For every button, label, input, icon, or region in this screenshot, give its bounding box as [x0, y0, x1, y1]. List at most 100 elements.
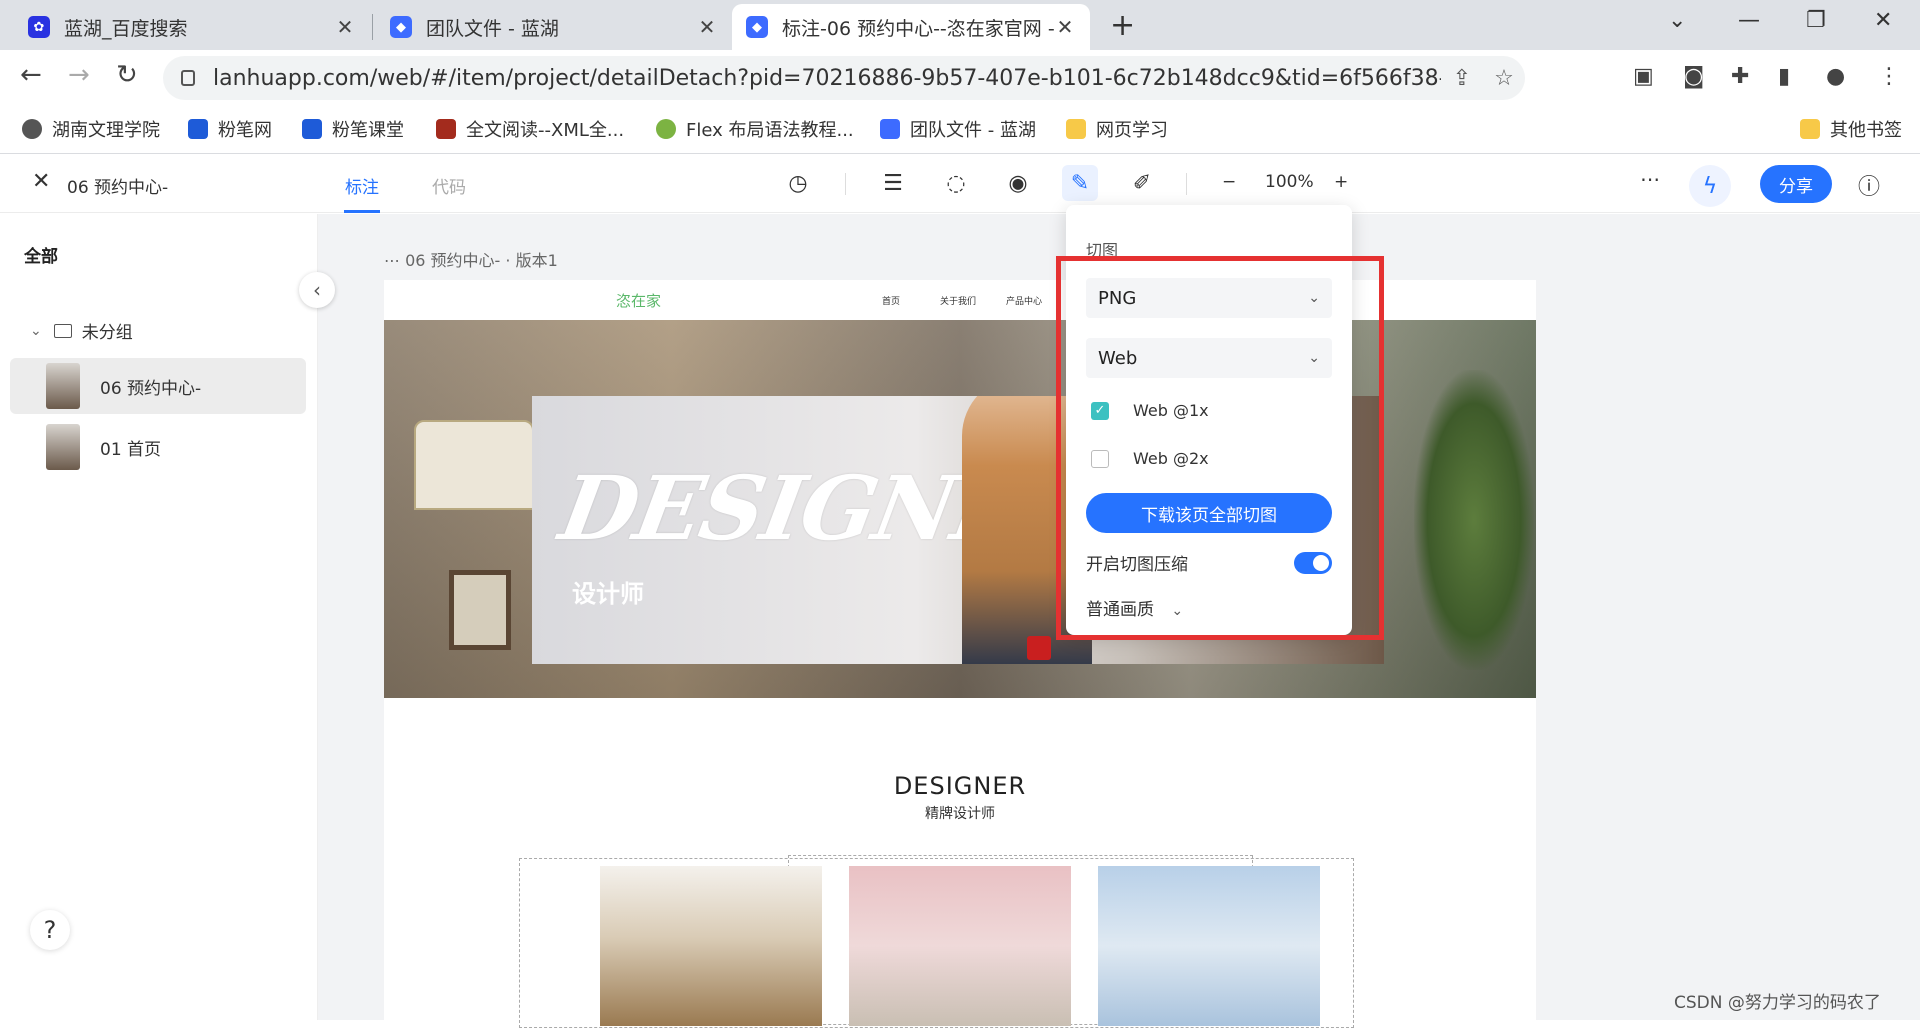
group-unassigned[interactable]: ⌄ 未分组 [30, 318, 133, 344]
group-label: 未分组 [81, 323, 133, 343]
option-label: Web @1x [1133, 401, 1209, 420]
reload-icon[interactable]: ↻ [116, 60, 138, 90]
zoom-in-icon[interactable]: + [1334, 172, 1348, 192]
tab-annotate[interactable]: ◆ 标注-06 预约中心--恣在家官网 - ✕ [732, 4, 1090, 50]
tab-baidu[interactable]: ✿ 蓝湖_百度搜索 ✕ [14, 4, 370, 50]
comment-icon[interactable]: ◌ [938, 165, 974, 201]
lock-icon [181, 70, 195, 86]
breadcrumb-text: 06 预约中心- · 版本1 [405, 251, 558, 270]
bookmark-label: 其他书签 [1830, 120, 1902, 141]
section-title: DESIGNER [893, 772, 1027, 800]
tab-annotate-mode[interactable]: 标注 [345, 173, 379, 198]
download-all-slices-button[interactable]: 下载该页全部切图 [1086, 493, 1332, 533]
tab-code-mode[interactable]: 代码 [432, 173, 466, 198]
slice-pen-icon[interactable]: ✎ [1062, 165, 1098, 201]
bookmarks-bar: 湖南文理学院 粉笔网 粉笔课堂 全文阅读--XML全... Flex 布局语法教… [0, 106, 1920, 154]
chevron-down-icon: ⌄ [1308, 350, 1320, 366]
folder-icon [1800, 119, 1820, 139]
more-dots-icon[interactable]: ⋯ [384, 251, 405, 270]
menu-dots-icon[interactable]: ⋮ [1878, 64, 1900, 89]
sidebar: 全部 ⌄ 未分组 06 预约中心- 01 首页 [0, 214, 318, 1020]
other-bookmarks-folder[interactable]: 其他书签 [1800, 116, 1902, 142]
bookmark-item[interactable]: 团队文件 - 蓝湖 [880, 116, 1036, 142]
mock-navbar: 恣在家 首页 关于我们 产品中心 [384, 280, 1536, 320]
close-icon[interactable]: ✕ [32, 169, 50, 194]
close-tab-icon[interactable]: ✕ [696, 15, 718, 39]
restore-icon[interactable]: ❐ [1806, 8, 1826, 33]
new-tab-icon[interactable]: + [1110, 8, 1135, 43]
profile-icon[interactable]: ● [1826, 64, 1845, 89]
zoom-out-icon[interactable]: − [1222, 172, 1236, 192]
bookmark-folder[interactable]: 网页学习 [1066, 116, 1168, 142]
room-image-card [600, 866, 822, 1026]
share-page-icon[interactable]: ⇪ [1441, 66, 1483, 91]
url-text: lanhuapp.com/web/#/item/project/detailDe… [213, 65, 1441, 91]
artboard[interactable]: 恣在家 首页 关于我们 产品中心 DESIGNER 设计师 DESIGNER 精… [384, 280, 1536, 1028]
tab-search-icon[interactable]: ⌄ [1668, 8, 1686, 33]
checkbox-unchecked-icon[interactable] [1091, 449, 1109, 468]
option-web-1x[interactable]: ✓ Web @1x [1091, 401, 1209, 420]
bookmark-label: 全文阅读--XML全... [466, 120, 625, 141]
checkbox-checked-icon[interactable]: ✓ [1091, 401, 1109, 420]
tab-team-files[interactable]: ◆ 团队文件 - 蓝湖 ✕ [376, 4, 732, 50]
lanhu-icon: ◆ [746, 16, 768, 38]
sidebar-item-page[interactable]: 06 预约中心- [10, 358, 306, 414]
bookmark-item[interactable]: 粉笔课堂 [302, 116, 404, 142]
room-image-card [1098, 866, 1320, 1026]
sidebar-item-page[interactable]: 01 首页 [10, 419, 306, 475]
mock-nav-link: 关于我们 [940, 297, 977, 307]
bookmark-item[interactable]: 全文阅读--XML全... [436, 116, 624, 142]
tab-strip: ✿ 蓝湖_百度搜索 ✕ ◆ 团队文件 - 蓝湖 ✕ ◆ 标注-06 预约中心--… [0, 0, 1920, 50]
address-bar[interactable]: lanhuapp.com/web/#/item/project/detailDe… [163, 56, 1525, 100]
bookmark-star-icon[interactable]: ☆ [1483, 66, 1525, 91]
folder-icon [53, 323, 72, 338]
format-value: PNG [1098, 287, 1137, 309]
close-tab-icon[interactable]: ✕ [1054, 15, 1076, 39]
collapse-sidebar-icon[interactable]: ‹ [299, 272, 335, 308]
compress-label: 开启切图压缩 [1086, 555, 1188, 575]
bolt-icon[interactable]: ϟ [1689, 165, 1731, 207]
bookmark-item[interactable]: 粉笔网 [188, 116, 272, 142]
forward-icon[interactable]: → [68, 60, 90, 90]
bookmark-label: 粉笔网 [218, 120, 272, 141]
color-picker-icon[interactable]: ✐ [1124, 165, 1160, 201]
notes-icon[interactable]: ☰ [875, 165, 911, 201]
code-site-icon [656, 119, 676, 139]
help-question-icon[interactable]: ? [30, 910, 70, 950]
platform-select[interactable]: Web ⌄ [1086, 338, 1332, 378]
history-icon[interactable]: ◷ [780, 165, 816, 201]
baidu-icon: ✿ [28, 16, 50, 38]
extension-icon[interactable]: ◙ [1683, 64, 1704, 89]
sidebar-all-heading[interactable]: 全部 [24, 242, 58, 267]
bookmark-item[interactable]: Flex 布局语法教程... [656, 116, 854, 142]
puzzle-icon[interactable]: ✚ [1731, 64, 1749, 89]
zoom-level: 100% [1265, 172, 1314, 192]
back-icon[interactable]: ← [20, 60, 42, 90]
fenbi-icon [302, 119, 322, 139]
divider [1186, 173, 1187, 195]
image-extension-icon[interactable]: ▣ [1633, 64, 1654, 89]
format-select[interactable]: PNG ⌄ [1086, 278, 1332, 318]
bookmark-label: 粉笔课堂 [332, 120, 404, 141]
minimize-icon[interactable]: — [1738, 8, 1760, 33]
bookmark-label: 团队文件 - 蓝湖 [910, 120, 1036, 141]
quality-value: 普通画质 [1086, 600, 1154, 620]
page-thumbnail [46, 363, 80, 409]
compress-toggle[interactable] [1294, 551, 1332, 574]
preview-eye-icon[interactable]: ◉ [1000, 165, 1036, 201]
more-dots-icon[interactable]: ⋯ [1640, 167, 1660, 191]
bookmark-item[interactable]: 湖南文理学院 [22, 116, 160, 142]
close-window-icon[interactable]: ✕ [1874, 8, 1892, 33]
close-tab-icon[interactable]: ✕ [334, 15, 356, 39]
option-web-2x[interactable]: Web @2x [1091, 449, 1209, 468]
picture-frame-shape [449, 570, 511, 650]
chevron-down-icon: ⌄ [30, 322, 42, 339]
help-circle-icon[interactable]: ⓘ [1858, 169, 1880, 201]
share-button[interactable]: 分享 [1760, 165, 1832, 203]
quality-select[interactable]: 普通画质 ⌄ [1086, 595, 1183, 620]
side-panel-icon[interactable]: ▮ [1778, 64, 1790, 89]
platform-value: Web [1098, 347, 1138, 369]
active-tab-indicator [344, 210, 380, 213]
tab-title: 标注-06 预约中心--恣在家官网 - [782, 17, 1054, 40]
compress-row: 开启切图压缩 [1086, 550, 1332, 575]
